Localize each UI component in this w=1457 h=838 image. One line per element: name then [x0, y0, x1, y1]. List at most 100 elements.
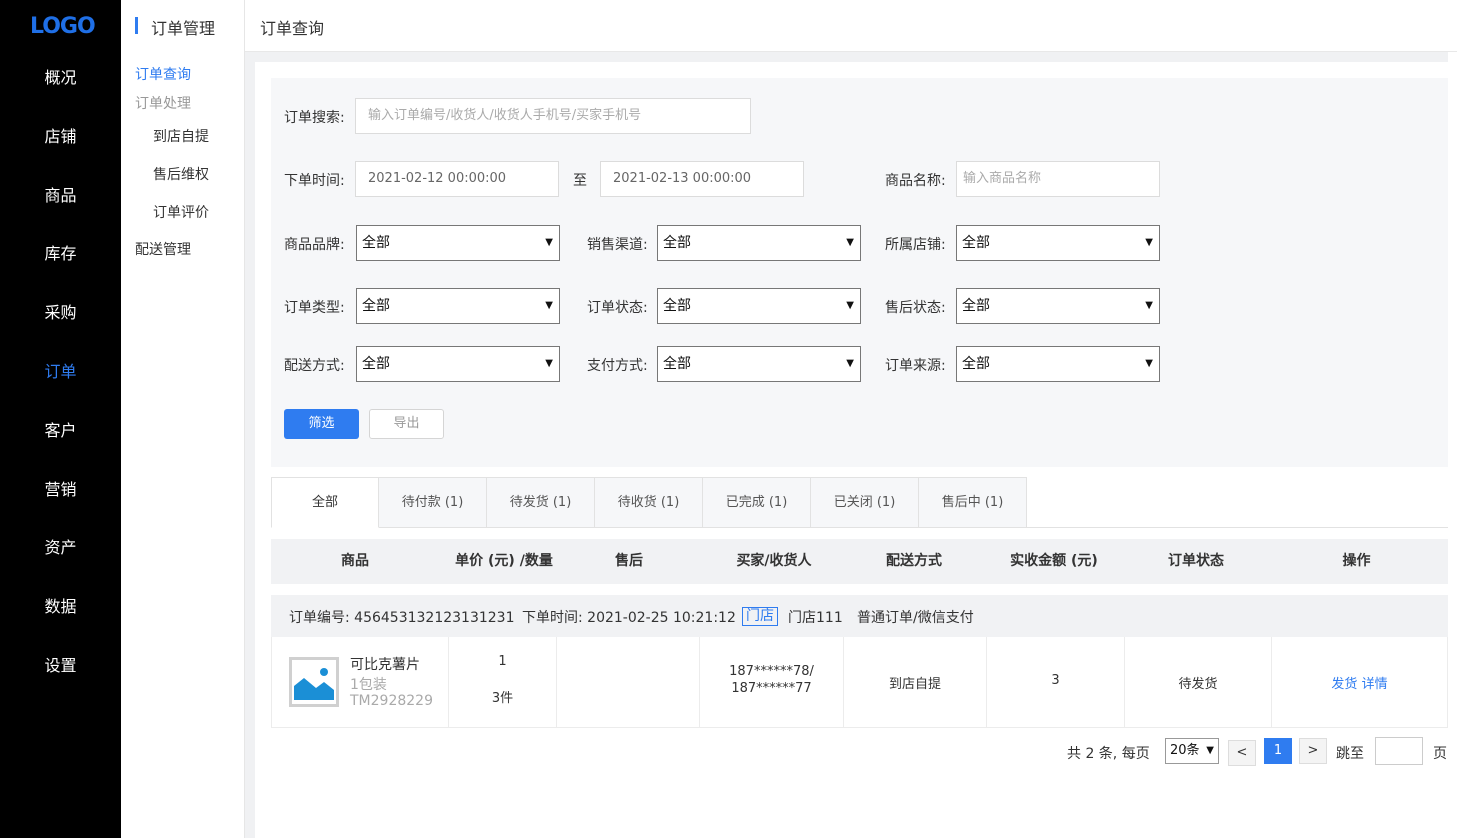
- store-name: 门店111: [788, 610, 843, 626]
- buyer-cell: 187******78/ 187******77: [700, 637, 844, 727]
- type-select[interactable]: 全部 ▼: [356, 288, 560, 324]
- amount-cell: 3: [987, 637, 1125, 727]
- next-page-button[interactable]: >: [1299, 738, 1327, 764]
- action-cell: 发货 详情: [1272, 637, 1447, 727]
- chevron-down-icon: ▼: [846, 300, 854, 311]
- ship-link[interactable]: 发货: [1331, 677, 1357, 692]
- price-cell: 1 3件: [449, 637, 557, 727]
- time-label: 下单时间:: [284, 173, 345, 189]
- submenu-item-aftersale[interactable]: 售后维权: [153, 164, 209, 184]
- delivery-cell: 到店自提: [844, 637, 987, 727]
- store-tag-badge: 门店: [742, 607, 778, 626]
- sub-menu: 订单管理 订单查询 订单处理 到店自提 售后维权 订单评价 配送管理: [121, 0, 245, 838]
- order-time: 下单时间: 2021-02-25 10:21:12: [522, 610, 736, 626]
- main-nav: LOGO 概况 店铺 商品 库存 采购 订单 客户 营销 资产 数据 设置: [0, 0, 121, 838]
- nav-item-inventory[interactable]: 库存: [0, 240, 121, 264]
- payment-select[interactable]: 全部 ▼: [657, 346, 861, 382]
- chevron-down-icon: ▼: [1206, 745, 1214, 756]
- paid-amount: 3: [1051, 673, 1060, 688]
- source-select[interactable]: 全部 ▼: [956, 346, 1160, 382]
- chevron-down-icon: ▼: [846, 237, 854, 248]
- product-name-input[interactable]: 输入商品名称: [956, 161, 1160, 197]
- tab-all[interactable]: 全部: [271, 477, 379, 528]
- nav-item-settings[interactable]: 设置: [0, 652, 121, 676]
- aftersale-cell: [557, 637, 700, 727]
- tab-aftersale[interactable]: 售后中 (1): [919, 477, 1027, 528]
- time-end-input[interactable]: 2021-02-13 00:00:00: [600, 161, 804, 197]
- tab-completed[interactable]: 已完成 (1): [703, 477, 811, 528]
- logo: LOGO: [30, 14, 96, 39]
- page-title: 订单查询: [260, 19, 325, 38]
- column-header: 订单状态: [1168, 553, 1224, 569]
- tab-closed[interactable]: 已关闭 (1): [811, 477, 919, 528]
- submenu-item-delivery[interactable]: 配送管理: [135, 239, 191, 259]
- nav-item-overview[interactable]: 概况: [0, 64, 121, 88]
- prev-page-button[interactable]: <: [1228, 740, 1256, 766]
- export-button[interactable]: 导出: [369, 409, 444, 439]
- delivery-method: 到店自提: [888, 677, 941, 692]
- status-label: 订单状态:: [587, 300, 648, 316]
- column-header: 实收金额 (元): [1010, 553, 1098, 569]
- column-header: 操作: [1342, 553, 1371, 569]
- submenu-item-pickup[interactable]: 到店自提: [153, 126, 209, 146]
- filter-panel: 订单搜索: 输入订单编号/收货人/收货人手机号/买家手机号 下单时间: 2021…: [271, 78, 1448, 467]
- action-links: 发货 详情: [1272, 673, 1447, 692]
- nav-item-store[interactable]: 店铺: [0, 123, 121, 147]
- time-separator: 至: [573, 173, 587, 189]
- page-header: 订单查询: [245, 0, 1457, 52]
- tab-pending-receive[interactable]: 待收货 (1): [595, 477, 703, 528]
- product-name-label: 商品名称:: [885, 173, 946, 189]
- submenu-item-order-query[interactable]: 订单查询: [135, 64, 191, 84]
- search-label: 订单搜索:: [284, 110, 345, 126]
- order-type: 普通订单/微信支付: [857, 610, 974, 626]
- goto-label: 跳至: [1336, 746, 1364, 762]
- delivery-select[interactable]: 全部 ▼: [356, 346, 560, 382]
- aftersale-label: 售后状态:: [885, 300, 946, 316]
- channel-select[interactable]: 全部 ▼: [657, 225, 861, 261]
- order-search-input[interactable]: 输入订单编号/收货人/收货人手机号/买家手机号: [355, 98, 751, 134]
- status-select[interactable]: 全部 ▼: [657, 288, 861, 324]
- tab-pending-payment[interactable]: 待付款 (1): [379, 477, 487, 528]
- nav-item-assets[interactable]: 资产: [0, 534, 121, 558]
- detail-link[interactable]: 详情: [1362, 677, 1388, 692]
- nav-item-product[interactable]: 商品: [0, 182, 121, 206]
- table-row: 可比克薯片 1包装 TM2928229 1 3件 187******78/ 18…: [271, 637, 1448, 728]
- quantity: 3件: [491, 691, 514, 706]
- goto-page-input[interactable]: [1375, 737, 1423, 765]
- nav-item-customer[interactable]: 客户: [0, 417, 121, 441]
- column-header: 单价 (元) /数量: [455, 553, 553, 569]
- total-count: 共 2 条, 每页: [1067, 746, 1150, 762]
- chevron-down-icon: ▼: [1145, 300, 1153, 311]
- product-image-icon: [289, 657, 339, 707]
- product-spec: 1包装: [350, 677, 387, 693]
- nav-item-data[interactable]: 数据: [0, 593, 121, 617]
- aftersale-select[interactable]: 全部 ▼: [956, 288, 1160, 324]
- nav-item-order[interactable]: 订单: [0, 358, 121, 382]
- tab-pending-ship[interactable]: 待发货 (1): [487, 477, 595, 528]
- chevron-down-icon: ▼: [1145, 358, 1153, 369]
- product-sku: TM2928229: [350, 693, 433, 709]
- nav-item-purchase[interactable]: 采购: [0, 299, 121, 323]
- brand-select[interactable]: 全部 ▼: [356, 225, 560, 261]
- column-header: 买家/收货人: [736, 553, 812, 569]
- product-name: 可比克薯片: [350, 657, 420, 673]
- product-cell: 可比克薯片 1包装 TM2928229: [272, 637, 449, 727]
- payment-label: 支付方式:: [587, 358, 648, 374]
- delivery-label: 配送方式:: [284, 358, 345, 374]
- submenu-title: 订单管理: [135, 15, 215, 39]
- filter-button[interactable]: 筛选: [284, 409, 359, 439]
- store-select[interactable]: 全部 ▼: [956, 225, 1160, 261]
- status-cell: 待发货: [1125, 637, 1272, 727]
- type-label: 订单类型:: [284, 300, 345, 316]
- page-1-button[interactable]: 1: [1264, 738, 1292, 764]
- time-start-input[interactable]: 2021-02-12 00:00:00: [355, 161, 559, 197]
- chevron-down-icon: ▼: [545, 300, 553, 311]
- chevron-down-icon: ▼: [1145, 237, 1153, 248]
- submenu-item-review[interactable]: 订单评价: [153, 202, 209, 222]
- submenu-group-order-process: 订单处理: [135, 96, 191, 112]
- nav-item-marketing[interactable]: 营销: [0, 476, 121, 500]
- order-status: 待发货: [1178, 677, 1218, 692]
- chevron-down-icon: ▼: [545, 237, 553, 248]
- page-size-select[interactable]: 20条 ▼: [1165, 738, 1219, 764]
- main-content: 订单搜索: 输入订单编号/收货人/收货人手机号/买家手机号 下单时间: 2021…: [255, 62, 1457, 838]
